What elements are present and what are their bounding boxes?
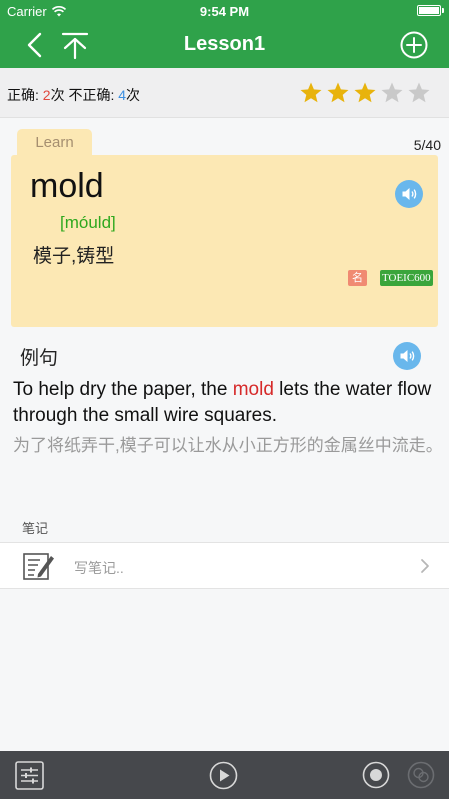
star-filled-icon[interactable] <box>326 81 350 105</box>
sentence-start: To help dry the paper, the <box>13 379 233 400</box>
word-text: mold <box>30 167 104 205</box>
nav-bar: Lesson1 <box>0 22 449 68</box>
correct-count: 2 <box>42 87 51 103</box>
correct-label: 正确: <box>7 87 39 103</box>
sliders-icon[interactable] <box>15 761 44 790</box>
record-icon[interactable] <box>362 761 390 789</box>
correct-unit: 次 <box>50 87 65 103</box>
compare-audio-icon[interactable] <box>407 761 435 789</box>
star-filled-icon[interactable] <box>299 81 323 105</box>
play-circle-icon[interactable] <box>209 761 238 790</box>
status-time: 9:54 PM <box>199 4 250 19</box>
star-rating[interactable] <box>299 81 431 105</box>
notes-label: 笔记 <box>22 521 49 536</box>
incorrect-unit: 次 <box>126 87 141 103</box>
incorrect-count: 4 <box>118 87 127 103</box>
example-translation: 为了将纸弄干,模子可以让水从小正方形的金属丝中流走。 <box>13 436 443 455</box>
battery-tip <box>442 8 444 13</box>
progress-counter: 5/40 <box>413 137 441 153</box>
star-filled-icon[interactable] <box>353 81 377 105</box>
page-title: Lesson1 <box>183 33 266 55</box>
word-card: mold [móuld] 模子,铸型 名 TOEIC600 <box>11 155 438 327</box>
example-sentence: To help dry the paper, the mold lets the… <box>13 377 443 429</box>
score-bar: 正确: 2次 不正确: 4次 <box>0 68 449 118</box>
example-title: 例句 <box>20 348 59 369</box>
star-empty-icon[interactable] <box>407 81 431 105</box>
chevron-right-icon <box>421 559 429 573</box>
score-summary: 正确: 2次 不正确: 4次 <box>7 85 140 105</box>
status-bar: Carrier 9:54 PM <box>0 0 449 22</box>
plus-circle-icon[interactable] <box>400 31 428 59</box>
bottom-toolbar <box>0 751 449 799</box>
meaning-text: 模子,铸型 <box>33 246 115 267</box>
star-empty-icon[interactable] <box>380 81 404 105</box>
notes-placeholder: 写笔记.. <box>74 560 124 576</box>
notepad-pencil-icon <box>23 553 54 580</box>
battery-icon <box>417 5 441 16</box>
phonetic-text: [móuld] <box>60 213 116 232</box>
part-of-speech-badge: 名 <box>348 270 367 286</box>
speaker-icon[interactable] <box>393 342 421 370</box>
speaker-icon[interactable] <box>395 180 423 208</box>
level-badge: TOEIC600 <box>380 270 433 286</box>
incorrect-label: 不正确: <box>68 87 115 103</box>
sentence-keyword: mold <box>232 379 274 400</box>
notes-row[interactable]: 写笔记.. <box>0 542 449 589</box>
